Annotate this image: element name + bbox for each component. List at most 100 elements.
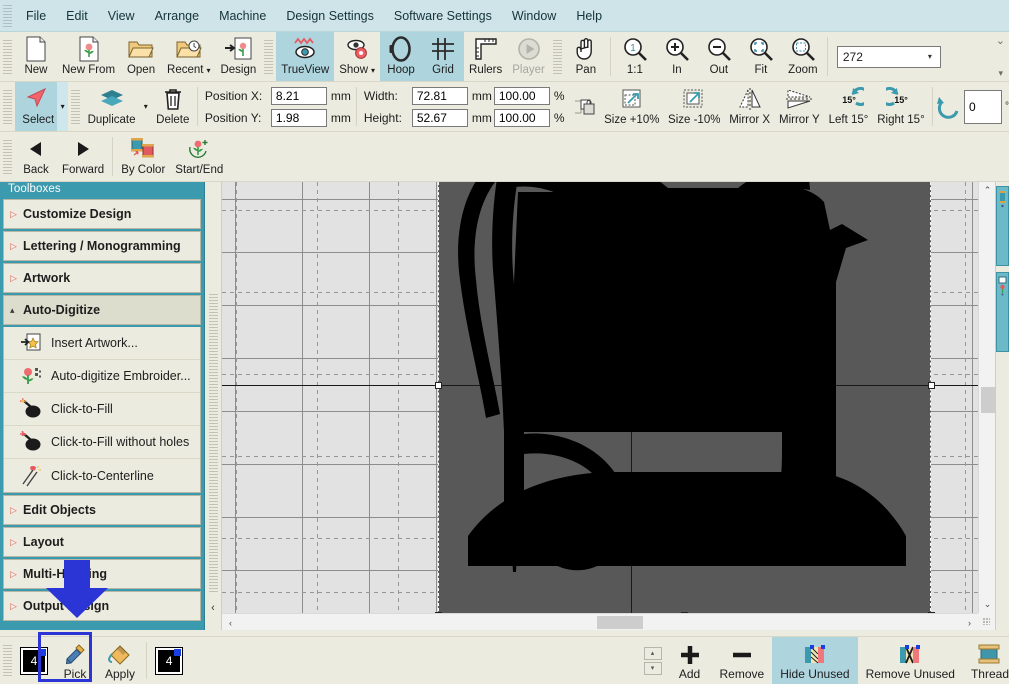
selection-handle-w[interactable] [435,382,442,389]
select-button[interactable]: Select [14,82,57,131]
menu-item-edit[interactable]: Edit [56,4,98,28]
scroll-right-button[interactable]: › [961,614,978,630]
horizontal-scroll-thumb[interactable] [597,616,643,629]
chevron-down-icon[interactable]: ▾ [922,52,938,61]
spinner-up-button[interactable]: ▴ [643,646,662,660]
menu-item-arrange[interactable]: Arrange [145,4,209,28]
ribbon-grip-3[interactable] [552,39,562,74]
aspect-lock-button[interactable] [570,82,600,131]
design-canvas-area[interactable]: ⌃ ⌄ ‹ › [222,182,995,630]
rulers-button[interactable]: Rulers [464,32,507,81]
selection-handle-e[interactable] [928,382,935,389]
player-button[interactable]: Player [507,32,550,81]
toolbox-group-artwork[interactable]: ▷ Artwork [3,263,201,293]
rotate-left-button[interactable]: 15° Left 15° [824,82,873,131]
ribbon-grip-2[interactable] [264,39,274,74]
remove-unused-button[interactable]: Remove Unused [858,637,963,684]
zoom-out-button[interactable]: Out [698,32,740,81]
menu-item-design-settings[interactable]: Design Settings [276,4,384,28]
pan-button[interactable]: Pan [565,32,607,81]
menu-item-software-settings[interactable]: Software Settings [384,4,502,28]
thread-button[interactable]: Thread [963,637,1009,684]
design-button[interactable]: Design [215,32,261,81]
rotation-angle-input[interactable] [964,89,1003,124]
new-button[interactable]: New [15,32,57,81]
spinner-down-button[interactable]: ▾ [643,661,662,675]
width-percent-input[interactable] [493,86,550,105]
ribbon-grip-1[interactable] [3,39,12,74]
menu-item-machine[interactable]: Machine [209,4,276,28]
scroll-left-button[interactable]: ‹ [222,614,239,630]
width-input[interactable] [411,86,468,105]
back-button[interactable]: Back [15,132,57,181]
toolbox-group-lettering-monogramming[interactable]: ▷ Lettering / Monogramming [3,231,201,261]
zoom-level-combobox[interactable]: 272 ▾ [836,45,941,68]
grid-button[interactable]: Grid [422,32,465,81]
toolbox-group-multi-hooping[interactable]: ▷ Multi-Hooping [3,559,201,589]
menu-item-window[interactable]: Window [502,4,566,28]
bottom-toolbar-grip[interactable] [3,644,12,677]
toolbox-group-output-design[interactable]: ▷ Output Design [3,591,201,621]
vertical-scroll-thumb[interactable] [981,387,995,413]
target-color-swatch[interactable]: 4 [155,646,184,675]
toolbox-item-click-to-fill[interactable]: Click-to-Fill [4,393,200,426]
panel-grip[interactable] [208,294,218,594]
forward-button[interactable]: Forward [57,132,109,181]
scroll-up-button[interactable]: ⌃ [979,182,995,199]
toolbox-item-click-to-centerline[interactable]: Click-to-Centerline [4,459,200,492]
ribbon-grip-5[interactable] [71,89,81,124]
design-objects-tab[interactable] [996,272,1009,352]
ribbon-expand-arrow-1[interactable]: ▾ [998,68,1003,79]
trueview-button[interactable]: TrueView [276,32,335,81]
delete-button[interactable]: Delete [152,82,194,131]
open-button[interactable]: Open [120,32,162,81]
menu-item-file[interactable]: File [16,4,56,28]
toolbox-group-customize-design[interactable]: ▷ Customize Design [3,199,201,229]
ribbon-overflow-chevron-1[interactable]: ⌄ [996,34,1005,47]
add-color-button[interactable]: Add [668,637,712,684]
mirror-x-button[interactable]: Mirror X [725,82,775,131]
menu-item-view[interactable]: View [98,4,145,28]
toolbox-group-edit-objects[interactable]: ▷ Edit Objects [3,495,201,525]
select-dropdown-arrow[interactable]: ▾ [56,82,69,131]
thread-palette-tab[interactable] [996,186,1009,266]
hide-unused-button[interactable]: Hide Unused [772,637,858,684]
design-canvas[interactable] [222,182,978,613]
canvas-vertical-scrollbar[interactable]: ⌃ ⌄ [978,182,995,613]
size-decrease-button[interactable]: Size -10% [664,82,725,131]
current-color-swatch[interactable]: 4 [20,646,48,675]
zoom-fit-button[interactable]: Fit [740,32,782,81]
height-percent-input[interactable] [493,108,550,127]
rotate-free-button[interactable] [936,82,964,131]
ribbon-grip-4[interactable] [3,89,12,124]
show-button[interactable]: Show ▾ [334,32,380,81]
start-end-button[interactable]: Start/End [170,132,228,181]
menu-bar-grip[interactable] [3,4,12,27]
zoom-1to1-button[interactable]: 1 1:1 [614,32,656,81]
scroll-down-button[interactable]: ⌄ [979,596,995,613]
duplicate-button[interactable]: Duplicate [83,82,140,131]
duplicate-dropdown-arrow[interactable]: ▾ [140,82,152,131]
zoom-in-button[interactable]: In [656,32,698,81]
color-count-spinner[interactable]: ▴ ▾ [643,646,662,675]
ribbon-grip-6[interactable] [3,139,12,174]
mirror-y-button[interactable]: Mirror Y [775,82,825,131]
chevron-left-icon[interactable]: ‹ [211,602,215,614]
height-input[interactable] [411,108,468,127]
recent-button[interactable]: Recent ▾ [162,32,215,81]
menu-item-help[interactable]: Help [566,4,612,28]
zoom-marquee-button[interactable]: Zoom [782,32,824,81]
sewing-machine-artwork[interactable] [438,182,938,613]
position-y-input[interactable] [270,108,327,127]
canvas-horizontal-scrollbar[interactable]: ‹ › [222,613,978,630]
toolbox-item-auto-digitize-embroidery[interactable]: Auto-digitize Embroider... [4,360,200,393]
size-increase-button[interactable]: Size +10% [600,82,664,131]
hoop-button[interactable]: Hoop [380,32,423,81]
toolbox-group-auto-digitize[interactable]: ▴ Auto-Digitize [3,295,201,325]
toolbox-group-layout[interactable]: ▷ Layout [3,527,201,557]
by-color-button[interactable]: By Color [116,132,170,181]
pick-button[interactable]: Pick [53,637,97,684]
remove-color-button[interactable]: Remove [712,637,773,684]
new-from-button[interactable]: New From [57,32,120,81]
rotate-right-button[interactable]: 15° Right 15° [873,82,929,131]
